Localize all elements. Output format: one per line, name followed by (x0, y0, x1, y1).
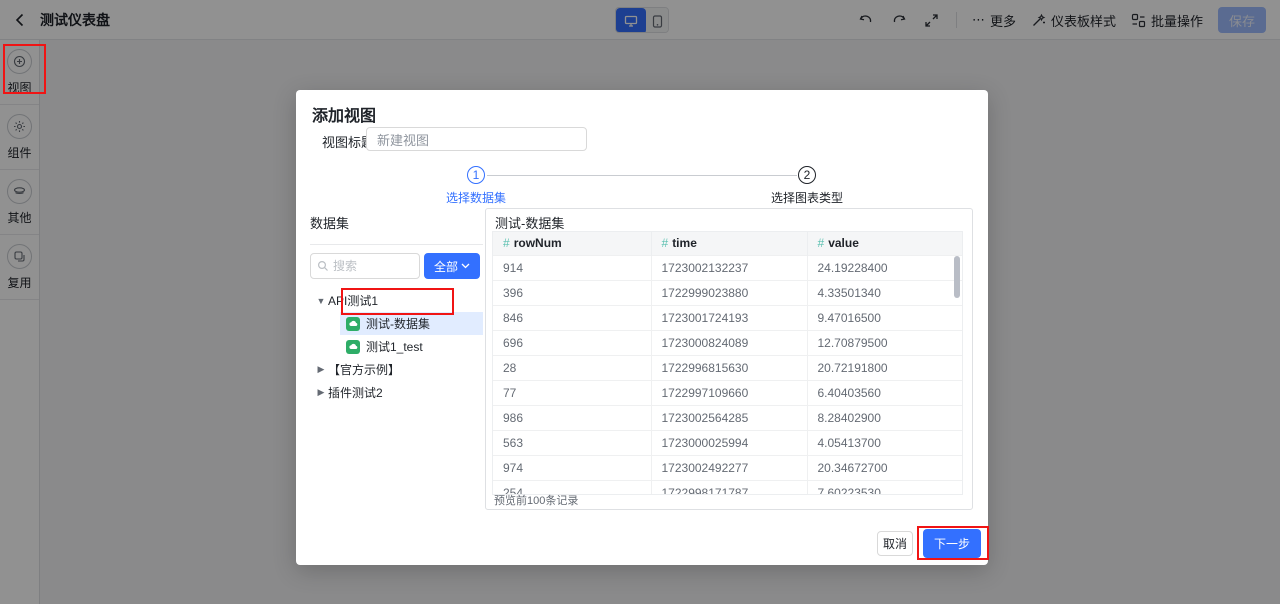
caret-down-icon[interactable]: ▼ (314, 296, 328, 306)
table-header-row: #rowNum #time #value (493, 232, 963, 255)
filter-all-label: 全部 (434, 258, 458, 275)
numeric-field-icon: # (503, 236, 510, 250)
column-header-value[interactable]: #value (807, 232, 963, 255)
tree-node-label: API测试1 (328, 292, 378, 309)
step-2-circle: 2 (798, 166, 816, 184)
search-icon (317, 260, 329, 272)
chevron-down-icon (461, 263, 470, 269)
table-row: 56317230000259944.05413700 (493, 430, 963, 455)
tree-node-label: 测试-数据集 (366, 315, 430, 332)
stepper-line (487, 175, 797, 176)
preview-footer-note: 预览前100条记录 (494, 492, 578, 508)
table-row: 98617230025642858.28402900 (493, 405, 963, 430)
table-row: 84617230017241939.47016500 (493, 305, 963, 330)
table-row: 974172300249227720.34672700 (493, 455, 963, 480)
dialog-title: 添加视图 (312, 102, 376, 126)
table-row: 696172300082408912.70879500 (493, 330, 963, 355)
dataset-filter-all-button[interactable]: 全部 (424, 253, 480, 279)
dataset-panel: 数据集 全部 ▼ API测试1 (310, 213, 483, 404)
caret-right-icon[interactable]: ▶ (314, 387, 328, 398)
next-step-button[interactable]: 下一步 (923, 529, 981, 558)
panel-divider (310, 244, 483, 245)
tree-node-test-dataset[interactable]: 测试-数据集 (340, 312, 483, 335)
preview-table-wrapper: #rowNum #time #value 914172300213223724.… (492, 231, 963, 495)
step-1-circle: 1 (467, 166, 485, 184)
dataset-panel-title: 数据集 (310, 213, 483, 232)
preview-table: #rowNum #time #value 914172300213223724.… (493, 232, 963, 495)
dataset-tree: ▼ API测试1 测试-数据集 测试1_test ▶ 【官方示例】 ▶ (310, 289, 483, 404)
dataset-icon (346, 340, 360, 354)
tree-node-api-test1[interactable]: ▼ API测试1 (310, 289, 483, 312)
tree-node-label: 插件测试2 (328, 384, 383, 401)
column-header-rownum[interactable]: #rowNum (493, 232, 651, 255)
cancel-button[interactable]: 取消 (877, 531, 913, 556)
add-view-dialog: 添加视图 视图标题 1 2 选择数据集 选择图表类型 数据集 全部 (296, 90, 988, 565)
dataset-icon (346, 317, 360, 331)
table-row: 7717229971096606.40403560 (493, 380, 963, 405)
tree-node-label: 【官方示例】 (328, 361, 400, 378)
numeric-field-icon: # (662, 236, 669, 250)
caret-right-icon[interactable]: ▶ (314, 364, 328, 375)
dataset-search-input[interactable] (333, 259, 413, 273)
table-row: 28172299681563020.72191800 (493, 355, 963, 380)
preview-dataset-title: 测试-数据集 (495, 213, 564, 232)
tree-node-official-examples[interactable]: ▶ 【官方示例】 (310, 358, 483, 381)
view-title-input[interactable] (366, 127, 587, 151)
table-scrollbar[interactable] (954, 256, 960, 298)
tree-node-test1-test[interactable]: 测试1_test (310, 335, 483, 358)
numeric-field-icon: # (818, 236, 825, 250)
tree-node-plugin-test2[interactable]: ▶ 插件测试2 (310, 381, 483, 404)
column-header-time[interactable]: #time (651, 232, 807, 255)
step-1-label: 选择数据集 (416, 189, 536, 206)
tree-node-label: 测试1_test (366, 338, 423, 355)
data-preview-panel: 测试-数据集 #rowNum #time #value 914172300213… (485, 208, 973, 510)
table-row: 914172300213223724.19228400 (493, 255, 963, 280)
step-2-label: 选择图表类型 (747, 189, 867, 206)
table-row: 39617229990238804.33501340 (493, 280, 963, 305)
dataset-search-box[interactable] (310, 253, 420, 279)
